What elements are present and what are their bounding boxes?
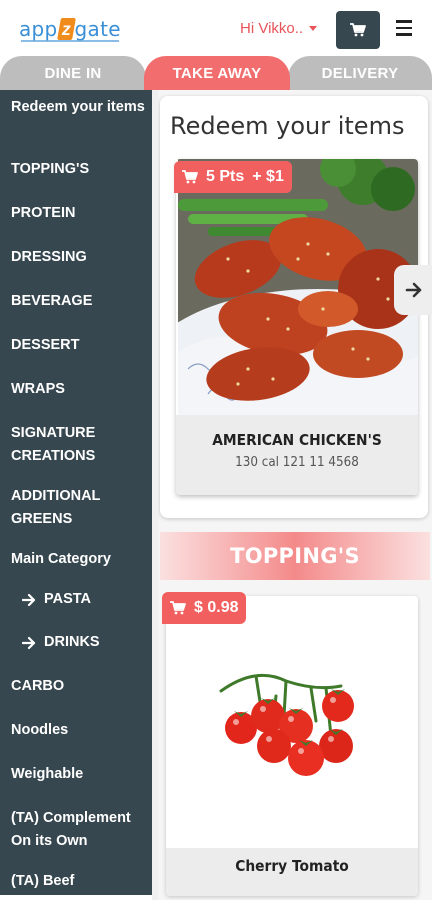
badge-points: 5 Pts <box>206 168 245 185</box>
logo-text-right: gate <box>74 17 121 41</box>
tab-delivery[interactable]: DELIVERY <box>288 56 432 90</box>
sidebar-subitem-label: PASTA <box>44 591 91 607</box>
cart-icon <box>350 23 366 37</box>
cart-icon <box>170 601 186 615</box>
app-header: app z gate Hi Vikko.. <box>0 0 432 58</box>
product-info-panel: AMERICAN CHICKEN'S 130 cal 121 11 4568 <box>176 415 418 495</box>
sidebar-subitem-pasta[interactable]: PASTA <box>22 588 152 611</box>
logo-text-left: app <box>19 17 58 41</box>
sidebar-item-dessert[interactable]: DESSERT <box>11 334 149 357</box>
product-name: AMERICAN CHICKEN'S <box>212 431 382 449</box>
badge-price: + $1 <box>252 168 284 185</box>
price-text: $ 0.98 <box>194 599 239 616</box>
price-badge: $ 0.98 <box>162 592 247 624</box>
product-calories: 130 cal 121 11 4568 <box>235 455 359 470</box>
order-type-tabs: DINE IN DELIVERY TAKE AWAY <box>0 56 432 90</box>
sidebar-item-main-category[interactable]: Main Category <box>11 548 149 571</box>
main-content[interactable]: Redeem your items AMERICAN CHICKEN'S 130… <box>158 90 432 900</box>
sidebar-item-beverage[interactable]: BEVERAGE <box>11 290 149 313</box>
sidebar-item-signature-creations[interactable]: SIGNATURE CREATIONS <box>11 422 149 468</box>
points-badge: 5 Pts + $1 <box>174 161 292 193</box>
arrow-right-icon <box>22 636 36 649</box>
menu-bar <box>396 20 412 23</box>
topping-info-panel: Cherry Tomato <box>166 848 418 896</box>
carousel-next-button[interactable] <box>394 265 432 315</box>
tab-dine-in[interactable]: DINE IN <box>0 56 146 90</box>
redeem-product-card[interactable]: AMERICAN CHICKEN'S 130 cal 121 11 4568 <box>176 159 418 495</box>
greeting-text: Hi Vikko.. <box>240 20 304 37</box>
chicken-wings-image <box>178 159 418 415</box>
hamburger-menu-button[interactable] <box>392 16 416 40</box>
sidebar-item-wraps[interactable]: WRAPS <box>11 378 149 401</box>
sidebar-subitem-drinks[interactable]: DRINKS <box>22 631 152 654</box>
menu-bar <box>396 33 412 36</box>
redeem-section-title: Redeem your items <box>170 112 405 140</box>
menu-bar <box>396 26 412 30</box>
appzgate-logo[interactable]: app z gate <box>19 14 121 44</box>
toppings-section-title: TOPPING'S <box>230 544 360 568</box>
redeem-section-card: Redeem your items AMERICAN CHICKEN'S 130… <box>160 96 428 518</box>
user-greeting-dropdown[interactable]: Hi Vikko.. <box>240 20 318 37</box>
sidebar-item-additional-greens[interactable]: ADDITIONAL GREENS <box>11 485 149 531</box>
sidebar-item-toppings[interactable]: TOPPING'S <box>11 158 149 181</box>
arrow-right-icon <box>22 593 36 606</box>
tab-take-away[interactable]: TAKE AWAY <box>144 56 290 90</box>
sidebar-item-carbo[interactable]: CARBO <box>11 675 149 698</box>
cart-button[interactable] <box>336 11 380 49</box>
sidebar-item-ta-beef[interactable]: (TA) Beef <box>11 870 149 893</box>
sidebar-item-redeem[interactable]: Redeem your items <box>11 96 149 119</box>
topping-product-card[interactable]: Cherry Tomato <box>166 596 418 896</box>
topping-name: Cherry Tomato <box>235 857 349 875</box>
arrow-right-icon <box>405 282 422 298</box>
logo-underline <box>21 40 119 42</box>
logo-z-mark: z <box>56 18 76 40</box>
sidebar-item-weighable[interactable]: Weighable <box>11 763 149 786</box>
caret-down-icon <box>309 26 318 31</box>
category-sidebar: Redeem your items TOPPING'S PROTEIN DRES… <box>0 90 152 895</box>
sidebar-item-noodles[interactable]: Noodles <box>11 719 149 742</box>
sidebar-item-protein[interactable]: PROTEIN <box>11 202 149 225</box>
cart-icon <box>182 170 198 184</box>
sidebar-item-ta-complement[interactable]: (TA) Complement On its Own <box>11 807 149 853</box>
toppings-section-banner: TOPPING'S <box>160 532 430 580</box>
cherry-tomato-image <box>166 596 418 848</box>
sidebar-item-dressing[interactable]: DRESSING <box>11 246 149 269</box>
sidebar-subitem-label: DRINKS <box>44 634 100 650</box>
